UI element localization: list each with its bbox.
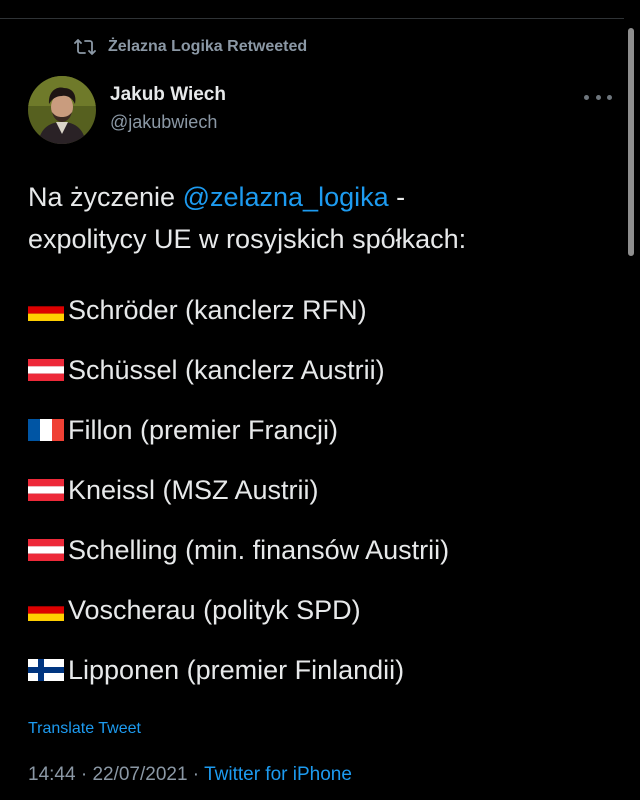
list-item-text: Voscherau (polityk SPD): [68, 594, 361, 625]
politician-list: Schröder (kanclerz RFN) Schüssel (kancler…: [28, 280, 618, 700]
tweet-meta: 14:44 · 22/07/2021 · Twitter for iPhone: [28, 764, 352, 785]
list-item: Lipponen (premier Finlandii): [28, 640, 618, 700]
austria-flag-icon: [28, 359, 64, 381]
tweet-text: Na życzenie @zelazna_logika - expolitycy…: [28, 176, 618, 260]
tweet-line-2: expolitycy UE w rosyjskich spółkach:: [28, 224, 467, 254]
top-divider: [0, 18, 624, 19]
list-item-text: Schüssel (kanclerz Austrii): [68, 354, 385, 385]
retweet-label: Żelazna Logika Retweeted: [108, 38, 308, 55]
retweet-icon: [74, 39, 96, 55]
list-item: Schelling (min. finansów Austrii): [28, 520, 618, 580]
tweet-line-1: Na życzenie @zelazna_logika -: [28, 182, 406, 212]
list-item-text: Kneissl (MSZ Austrii): [68, 474, 319, 505]
finland-flag-icon: [28, 659, 64, 681]
germany-flag-icon: [28, 299, 64, 321]
list-item-text: Lipponen (premier Finlandii): [68, 654, 405, 685]
scrollbar[interactable]: [628, 28, 634, 256]
france-flag-icon: [28, 419, 64, 441]
list-item: Voscherau (polityk SPD): [28, 580, 618, 640]
austria-flag-icon: [28, 479, 64, 501]
tweet-time: 14:44: [28, 764, 76, 785]
retweet-context[interactable]: Żelazna Logika Retweeted: [74, 36, 307, 58]
list-item-text: Fillon (premier Francji): [68, 414, 339, 445]
translate-tweet-link[interactable]: Translate Tweet: [28, 720, 141, 738]
list-item: Fillon (premier Francji): [28, 400, 618, 460]
list-item: Kneissl (MSZ Austrii): [28, 460, 618, 520]
avatar[interactable]: [28, 76, 96, 144]
more-options-icon[interactable]: [584, 88, 612, 106]
list-item: Schüssel (kanclerz Austrii): [28, 340, 618, 400]
austria-flag-icon: [28, 539, 64, 561]
tweet-source-link[interactable]: Twitter for iPhone: [204, 764, 352, 785]
list-item-text: Schelling (min. finansów Austrii): [68, 534, 450, 565]
list-item-text: Schröder (kanclerz RFN): [68, 294, 367, 325]
list-item: Schröder (kanclerz RFN): [28, 280, 618, 340]
author-name[interactable]: Jakub Wiech: [110, 84, 226, 106]
author-handle[interactable]: @jakubwiech: [110, 112, 217, 133]
germany-flag-icon: [28, 599, 64, 621]
mention-link[interactable]: @zelazna_logika: [183, 182, 389, 212]
tweet-date: 22/07/2021: [92, 764, 188, 785]
